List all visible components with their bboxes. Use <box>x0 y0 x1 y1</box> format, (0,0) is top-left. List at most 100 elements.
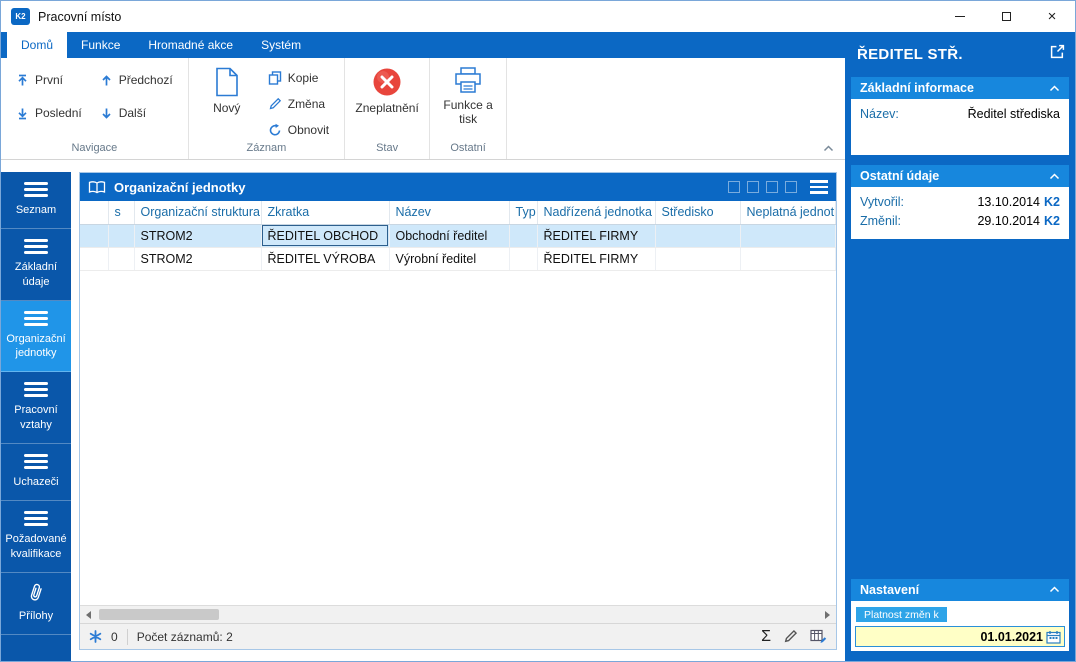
functions-print-label: Funkce a tisk <box>436 99 500 127</box>
refresh-button[interactable]: Obnovit <box>263 120 334 140</box>
copy-button[interactable]: Kopie <box>263 68 334 88</box>
table-settings-icon[interactable] <box>810 629 827 644</box>
col-zkratka[interactable]: Zkratka <box>261 201 389 224</box>
last-button[interactable]: Poslední <box>11 103 87 123</box>
name-label: Název: <box>860 105 899 124</box>
horizontal-scrollbar <box>80 605 836 623</box>
sidebar-item-uchazeci[interactable]: Uchazeči <box>1 444 71 501</box>
cell-s[interactable] <box>108 247 134 270</box>
cell-s[interactable] <box>108 224 134 247</box>
cell-zkratka[interactable]: ŘEDITEL VÝROBA <box>261 247 389 270</box>
first-label: První <box>35 73 63 87</box>
scrollbar-thumb[interactable] <box>99 609 219 620</box>
section-settings[interactable]: Nastavení <box>851 579 1069 601</box>
table-row[interactable]: STROM2 ŘEDITEL OBCHOD Obchodní ředitel Ř… <box>80 224 836 247</box>
cell-selector[interactable] <box>80 247 108 270</box>
settings-box: Platnost změn k 01.01.2021 <box>851 601 1069 652</box>
tasks-icon[interactable] <box>89 630 102 643</box>
basic-info-box: Název: Ředitel střediska <box>851 99 1069 155</box>
section-other-info[interactable]: Ostatní údaje <box>851 165 1069 187</box>
cell-org-struktura[interactable]: STROM2 <box>134 247 261 270</box>
arrow-down-icon <box>100 107 113 120</box>
col-nazev[interactable]: Název <box>389 201 509 224</box>
statusbar-divider <box>127 629 128 645</box>
minimize-button[interactable] <box>937 1 983 32</box>
record-count: Počet záznamů: 2 <box>137 630 233 644</box>
col-nadrizena-jednotka[interactable]: Nadřízená jednotka <box>537 201 655 224</box>
grid-title: Organizační jednotky <box>114 180 245 195</box>
cell-nazev[interactable]: Výrobní ředitel <box>389 247 509 270</box>
close-button[interactable]: × <box>1029 1 1075 32</box>
open-in-window-button[interactable] <box>1050 44 1065 64</box>
section-title: Ostatní údaje <box>860 169 939 183</box>
sidebar-item-zakladni-udaje[interactable]: Základní údaje <box>1 229 71 301</box>
maximize-icon <box>1002 12 1011 21</box>
table-row[interactable]: STROM2 ŘEDITEL VÝROBA Výrobní ředitel ŘE… <box>80 247 836 270</box>
app-window: K2 Pracovní místo × Domů Funkce Hromadné… <box>0 0 1076 662</box>
ribbon-group-stav: Zneplatnění Stav <box>345 58 430 159</box>
sidebar-item-pracovni-vztahy[interactable]: Pracovní vztahy <box>1 372 71 444</box>
scroll-right-button[interactable] <box>819 606 836 623</box>
col-s[interactable]: s <box>108 201 134 224</box>
section-basic-info[interactable]: Základní informace <box>851 77 1069 99</box>
col-neplatna-jednotka[interactable]: Neplatná jednotka <box>740 201 836 224</box>
header-tool-1[interactable] <box>728 181 740 193</box>
sidebar-item-prilohy[interactable]: Přílohy <box>1 573 71 635</box>
cell-selector[interactable] <box>80 224 108 247</box>
scroll-left-icon <box>86 611 91 619</box>
scroll-left-button[interactable] <box>80 606 97 623</box>
sidebar-item-organizacni-jednotky[interactable]: Organizační jednotky <box>1 301 71 373</box>
tab-domu[interactable]: Domů <box>7 32 67 58</box>
cell-zkratka[interactable]: ŘEDITEL OBCHOD <box>261 224 389 247</box>
edit-icon[interactable] <box>783 629 798 644</box>
col-selector[interactable] <box>80 201 108 224</box>
new-label: Nový <box>213 102 240 116</box>
col-typ[interactable]: Typ <box>509 201 537 224</box>
cell-typ[interactable] <box>509 224 537 247</box>
previous-button[interactable]: Předchozí <box>95 70 178 90</box>
tab-funkce[interactable]: Funkce <box>67 32 134 58</box>
col-stredisko[interactable]: Středisko <box>655 201 740 224</box>
cell-nadrizena-jednotka[interactable]: ŘEDITEL FIRMY <box>537 247 655 270</box>
sidebar-item-pozadovane-kvalifikace[interactable]: Požadované kvalifikace <box>1 501 71 573</box>
first-button[interactable]: První <box>11 70 87 90</box>
next-button[interactable]: Další <box>95 103 178 123</box>
header-tool-2[interactable] <box>747 181 759 193</box>
new-document-icon <box>215 67 239 97</box>
sidebar-item-seznam[interactable]: Seznam <box>1 172 71 229</box>
calendar-icon[interactable] <box>1046 630 1061 644</box>
cell-nadrizena-jednotka[interactable]: ŘEDITEL FIRMY <box>537 224 655 247</box>
invalidate-button[interactable]: Zneplatnění <box>351 60 423 140</box>
header-tool-3[interactable] <box>766 181 778 193</box>
app-logo-icon: K2 <box>11 8 30 25</box>
cell-stredisko[interactable] <box>655 247 740 270</box>
cell-stredisko[interactable] <box>655 224 740 247</box>
ribbon-group-navigace: První Poslední Předchozí <box>1 58 189 159</box>
change-button[interactable]: Změna <box>263 94 334 114</box>
cell-org-struktura[interactable]: STROM2 <box>134 224 261 247</box>
tab-system[interactable]: Systém <box>247 32 315 58</box>
cell-neplatna-jednotka[interactable] <box>740 247 836 270</box>
tab-hromadne-akce[interactable]: Hromadné akce <box>134 32 247 58</box>
header-tool-4[interactable] <box>785 181 797 193</box>
menu-icon <box>24 454 48 469</box>
sum-button[interactable]: Σ <box>761 629 771 645</box>
group-label-ostatni: Ostatní <box>430 140 506 159</box>
arrow-down-to-bar-icon <box>16 107 29 120</box>
refresh-label: Obnovit <box>288 123 329 137</box>
created-label: Vytvořil: <box>860 193 904 212</box>
collapse-ribbon-button[interactable] <box>819 141 837 155</box>
cell-neplatna-jednotka[interactable] <box>740 224 836 247</box>
col-org-struktura[interactable]: Organizační struktura <box>134 201 261 224</box>
cell-typ[interactable] <box>509 247 537 270</box>
maximize-button[interactable] <box>983 1 1029 32</box>
created-user-badge[interactable]: K2 <box>1044 193 1060 212</box>
name-value[interactable]: Ředitel střediska <box>968 105 1060 124</box>
functions-print-button[interactable]: Funkce a tisk <box>436 60 500 140</box>
copy-label: Kopie <box>288 71 319 85</box>
cell-nazev[interactable]: Obchodní ředitel <box>389 224 509 247</box>
new-button[interactable]: Nový <box>195 60 259 140</box>
validity-date-input[interactable]: 01.01.2021 <box>855 626 1065 647</box>
grid-menu-icon[interactable] <box>810 180 828 194</box>
changed-user-badge[interactable]: K2 <box>1044 212 1060 231</box>
